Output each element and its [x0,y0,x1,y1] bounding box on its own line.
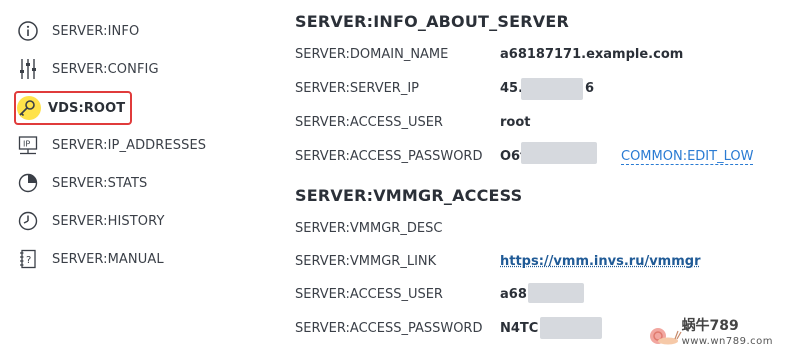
main-content: SERVER:INFO_ABOUT_SERVER SERVER:DOMAIN_N… [295,0,785,358]
sliders-icon [14,55,42,83]
info-icon [14,17,42,45]
server-ip-value-tail: 6 [585,81,595,96]
svg-text:?: ? [26,255,31,266]
watermark-text: 蜗牛789 [681,318,739,334]
redacted-block [521,142,597,164]
watermark: 蜗牛789 www.wn789.com [644,318,773,350]
row-label-domain-name: SERVER:DOMAIN_NAME [295,47,449,62]
sidebar-item-manual[interactable]: ? SERVER:MANUAL [14,244,164,274]
row-label-access-user: SERVER:ACCESS_USER [295,115,443,130]
snail-logo-icon [649,328,682,345]
row-label-access-password: SERVER:ACCESS_PASSWORD [295,149,483,164]
section-title-info: SERVER:INFO_ABOUT_SERVER [295,12,569,31]
redacted-block [528,283,584,303]
pie-chart-icon [14,169,42,197]
sidebar-item-label: SERVER:IP_ADDRESSES [52,137,207,153]
watermark-subtext: www.wn789.com [681,336,773,347]
row-label-vmmgr-desc: SERVER:VMMGR_DESC [295,221,443,236]
row-label-vmmgr-access-user: SERVER:ACCESS_USER [295,287,443,302]
sidebar-item-label: SERVER:STATS [52,175,148,191]
sidebar-item-config[interactable]: SERVER:CONFIG [14,54,159,84]
vmmgr-access-password-value: N4TC [500,321,539,336]
access-user-value: root [500,115,531,130]
redacted-block [540,317,602,339]
row-label-server-ip: SERVER:SERVER_IP [295,81,420,96]
sidebar-item-label: VDS:ROOT [48,100,126,116]
key-icon [16,94,41,122]
sidebar-item-ip-addresses[interactable]: IP SERVER:IP_ADDRESSES [14,130,206,160]
manual-icon: ? [14,245,42,273]
row-label-vmmgr-link: SERVER:VMMGR_LINK [295,254,437,269]
sidebar-item-label: SERVER:MANUAL [52,251,164,267]
sidebar-item-vds-root[interactable]: VDS:ROOT [14,91,132,125]
sidebar-item-label: SERVER:INFO [52,23,140,39]
vmmgr-link[interactable]: https://vmm.invs.ru/vmmgr [500,254,700,269]
section-title-vmmgr: SERVER:VMMGR_ACCESS [295,186,523,205]
sidebar-item-info[interactable]: SERVER:INFO [14,16,139,46]
sidebar-item-stats[interactable]: SERVER:STATS [14,168,147,198]
sidebar-item-label: SERVER:CONFIG [52,61,159,77]
sidebar-item-label: SERVER:HISTORY [52,213,165,229]
clock-icon [14,207,42,235]
ip-icon: IP [14,131,42,159]
sidebar: SERVER:INFO SERVER:CONFIG VDS:ROOT IP SE… [0,0,260,358]
sidebar-item-history[interactable]: SERVER:HISTORY [14,206,164,236]
vmmgr-access-user-value: a68 [500,287,527,302]
row-label-vmmgr-access-password: SERVER:ACCESS_PASSWORD [295,321,483,336]
domain-name-value: a68187171.example.com [500,47,684,62]
redacted-block [521,78,583,100]
svg-text:IP: IP [23,140,30,149]
edit-password-link[interactable]: COMMON:EDIT_LOW [621,149,754,165]
